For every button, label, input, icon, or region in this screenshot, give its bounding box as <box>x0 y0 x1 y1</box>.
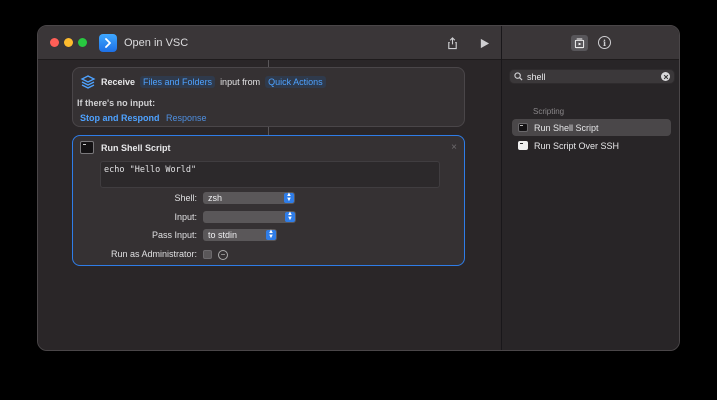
no-input-label: If there's no input: <box>77 98 156 108</box>
pass-input-popup[interactable]: to stdin ▲ ▼ <box>203 229 277 241</box>
receive-row: Receive Files and Folders input from Qui… <box>101 76 326 88</box>
library-icon <box>574 37 585 48</box>
shell-value: zsh <box>208 193 223 203</box>
layers-icon <box>80 75 96 89</box>
zoom-window-button[interactable] <box>78 38 87 47</box>
input-type-token[interactable]: Files and Folders <box>140 76 216 88</box>
input-label: Input: <box>174 212 197 222</box>
clear-search-button[interactable] <box>661 72 670 81</box>
shell-label: Shell: <box>174 193 197 203</box>
run-shell-script-card[interactable]: Run Shell Script × echo "Hello World" Sh… <box>72 135 465 266</box>
library-item-run-script-over-ssh[interactable]: Run Script Over SSH <box>512 137 671 154</box>
titlebar: Open in VSC <box>38 26 501 60</box>
chevron-updown-icon: ▲ ▼ <box>285 211 295 222</box>
search-field[interactable] <box>509 69 675 84</box>
play-icon <box>480 38 489 48</box>
pass-input-label: Pass Input: <box>151 230 197 240</box>
receive-label: Receive <box>101 77 136 87</box>
section-header: Scripting <box>533 107 565 116</box>
library-item-label: Run Shell Script <box>534 122 599 133</box>
action-library-sidebar: i Scripting Run Shell Script Run Script … <box>501 26 679 350</box>
sidebar-toolbar: i <box>502 26 679 60</box>
minimize-window-button[interactable] <box>64 38 73 47</box>
library-item-label: Run Script Over SSH <box>534 140 620 151</box>
terminal-icon <box>80 141 94 154</box>
chevron-updown-icon: ▲ ▼ <box>266 229 276 240</box>
editor-pane: Open in VSC Receive Files and Folders in… <box>38 26 501 350</box>
shortcuts-window: Open in VSC Receive Files and Folders in… <box>37 25 680 351</box>
search-icon <box>514 72 523 81</box>
close-window-button[interactable] <box>50 38 59 47</box>
run-as-admin-checkbox[interactable] <box>203 250 212 259</box>
script-text: echo "Hello World" <box>104 165 197 175</box>
input-popup[interactable]: ▲ ▼ <box>203 211 296 223</box>
search-input[interactable] <box>527 71 655 83</box>
remove-action-button[interactable]: × <box>451 142 457 153</box>
shell-popup[interactable]: zsh ▲ ▼ <box>203 192 295 204</box>
source-token[interactable]: Quick Actions <box>265 76 326 88</box>
share-button[interactable] <box>444 35 460 51</box>
ssh-terminal-icon <box>518 141 528 150</box>
library-item-run-shell-script[interactable]: Run Shell Script <box>512 119 671 136</box>
terminal-icon <box>518 123 528 132</box>
input-from-label: input from <box>220 77 261 87</box>
minus-circle-icon[interactable]: − <box>218 250 228 260</box>
flow-connector <box>268 60 269 67</box>
admin-label: Run as Administrator: <box>110 249 197 259</box>
action-title: Run Shell Script <box>101 143 171 153</box>
close-icon <box>663 74 668 79</box>
window-title[interactable]: Open in VSC <box>124 37 188 49</box>
flow-connector <box>268 127 269 135</box>
receive-action-card[interactable]: Receive Files and Folders input from Qui… <box>72 67 465 127</box>
chevron-updown-icon: ▲ ▼ <box>284 192 294 203</box>
share-icon <box>447 36 457 49</box>
run-button[interactable] <box>476 35 492 51</box>
no-input-action-token[interactable]: Stop and Respond <box>80 113 160 123</box>
shortcut-app-icon[interactable] <box>99 34 117 52</box>
response-token[interactable]: Response <box>166 113 207 123</box>
pass-input-value: to stdin <box>208 230 238 240</box>
info-button[interactable]: i <box>598 36 611 49</box>
action-library-button[interactable] <box>571 35 588 51</box>
script-editor[interactable]: echo "Hello World" <box>100 161 440 188</box>
